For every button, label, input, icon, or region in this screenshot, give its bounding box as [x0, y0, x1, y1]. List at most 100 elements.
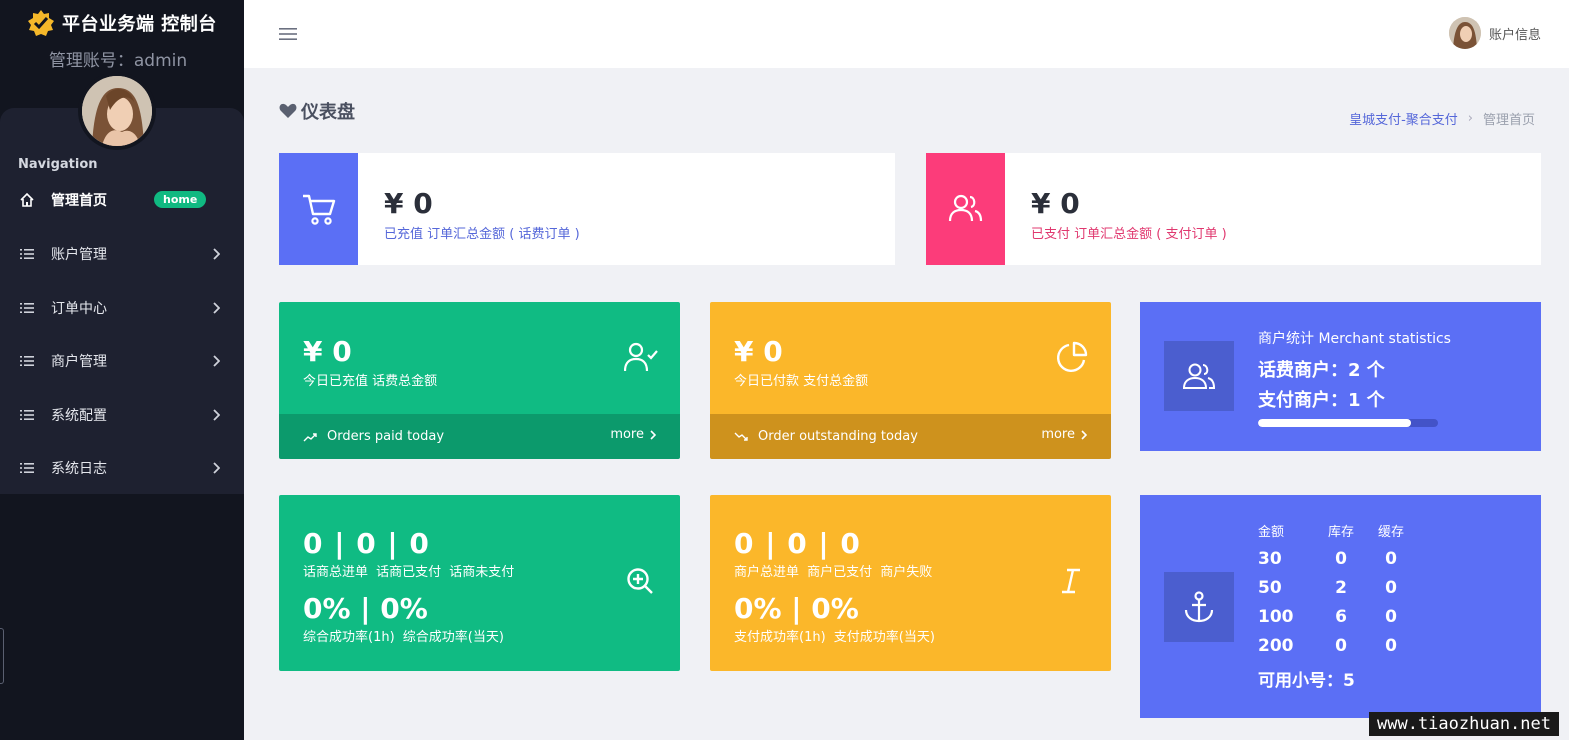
breadcrumb-link[interactable]: 皇城支付-聚合支付	[1349, 109, 1458, 128]
chevron-right-icon	[213, 248, 220, 260]
sidebar-item-label: 系统日志	[51, 461, 107, 477]
brand-title: 平台业务端 控制台	[62, 14, 217, 35]
stock-row: 50 2 0	[1258, 578, 1416, 598]
stock-cache: 0	[1385, 636, 1397, 656]
more-link[interactable]: more	[610, 427, 656, 442]
stock-table: 金额 库存 缓存 30 0 0 50 2 0 100 6 0 200 0 0 可…	[1258, 521, 1416, 691]
brand[interactable]: 平台业务端 控制台	[26, 8, 217, 38]
available-accounts: 可用小号：5	[1258, 671, 1355, 691]
stock-amount: 50	[1258, 578, 1282, 598]
summary-icon-box	[279, 153, 358, 265]
summary-desc: 已充值 订单汇总金额 ( 话费订单 )	[384, 227, 580, 242]
call-order-counts: 0 | 0 | 0	[303, 527, 430, 560]
sidebar-item-merchants[interactable]: 商户管理	[0, 341, 244, 381]
sidebar: 平台业务端 控制台 管理账号：admin Navigation 管理首页 hom…	[0, 0, 244, 740]
stock-row: 200 0 0	[1258, 636, 1416, 656]
sidebar-item-label: 商户管理	[51, 354, 107, 370]
trending-down-icon	[734, 432, 748, 441]
sidebar-item-label: 订单中心	[51, 301, 107, 317]
stock-amount: 30	[1258, 549, 1282, 569]
pay-success-rates: 0% | 0%	[734, 592, 859, 625]
users-icon	[1182, 363, 1216, 389]
stock-cache: 0	[1385, 549, 1397, 569]
sidebar-item-home[interactable]: 管理首页 home	[0, 180, 244, 220]
pay-merchant-count: 支付商户：1 个	[1258, 390, 1385, 411]
sidebar-item-accounts[interactable]: 账户管理	[0, 234, 244, 274]
stock-card: 金额 库存 缓存 30 0 0 50 2 0 100 6 0 200 0 0 可…	[1140, 495, 1541, 718]
users-icon	[948, 194, 982, 222]
watermark: www.tiaozhuan.net	[1369, 712, 1559, 736]
call-merchant-count: 话费商户：2 个	[1258, 360, 1385, 381]
chevron-right-icon	[213, 302, 220, 314]
pay-order-counts: 0 | 0 | 0	[734, 527, 861, 560]
sidebar-item-settings[interactable]: 系统配置	[0, 395, 244, 435]
heart-icon	[279, 103, 297, 118]
sidebar-item-logs[interactable]: 系统日志	[0, 448, 244, 488]
header-stock: 库存	[1327, 525, 1354, 540]
header-amount: 金额	[1258, 525, 1285, 540]
pie-chart-icon	[1056, 341, 1088, 373]
stock-amount: 100	[1258, 607, 1294, 627]
page-title: 仪表盘	[279, 98, 355, 124]
sidebar-item-label: 账户管理	[51, 247, 107, 263]
user-avatar	[1448, 17, 1481, 49]
home-badge: home	[154, 191, 207, 208]
zoom-in-icon[interactable]	[626, 567, 654, 595]
header-cache: 缓存	[1377, 525, 1404, 540]
account-menu[interactable]: 账户信息	[1448, 17, 1541, 49]
list-icon	[20, 249, 34, 259]
brand-logo-icon	[28, 10, 54, 36]
account-name: 管理账号：admin	[48, 51, 188, 71]
list-icon	[20, 463, 34, 473]
sidebar-handle[interactable]	[0, 628, 4, 684]
chevron-right-icon	[650, 429, 656, 440]
trending-up-icon	[303, 432, 317, 441]
chevron-right-icon	[1081, 429, 1087, 440]
topbar: 账户信息	[244, 0, 1569, 68]
merchant-stats-title: 商户统计 Merchant statistics	[1258, 331, 1451, 347]
summary-card-call: ¥ 0 已充值 订单汇总金额 ( 话费订单 )	[279, 153, 895, 265]
pay-rate-labels: 支付成功率(1h) 支付成功率(当天)	[734, 630, 935, 645]
sidebar-item-label: 管理首页	[51, 193, 107, 209]
avatar-photo	[82, 76, 152, 146]
cart-icon	[302, 194, 335, 225]
pay-order-labels: 商户总进单 商户已支付 商户失败	[734, 565, 933, 580]
merchant-stats-card: 商户统计 Merchant statistics 话费商户：2 个 支付商户：1…	[1140, 302, 1541, 451]
stock-qty: 0	[1335, 549, 1347, 569]
list-icon	[20, 303, 34, 313]
sidebar-item-orders[interactable]: 订单中心	[0, 288, 244, 328]
more-link[interactable]: more	[1041, 427, 1087, 442]
page-title-text: 仪表盘	[301, 102, 355, 123]
stock-table-header: 金额 库存 缓存	[1258, 521, 1416, 540]
today-payment-card: ¥ 0 今日已付款 支付总金额 Order outstanding today …	[710, 302, 1111, 459]
today-payment-foot: Order outstanding today	[758, 429, 918, 444]
chevron-right-icon	[213, 462, 220, 474]
stock-cache: 0	[1385, 607, 1397, 627]
stock-qty: 2	[1335, 578, 1347, 598]
stock-qty: 0	[1335, 636, 1347, 656]
pay-order-stats-card: 0 | 0 | 0 商户总进单 商户已支付 商户失败 0% | 0% 支付成功率…	[710, 495, 1111, 671]
home-icon	[20, 192, 34, 207]
stock-row: 30 0 0	[1258, 549, 1416, 569]
more-label: more	[1041, 427, 1075, 442]
summary-value: ¥ 0	[384, 187, 433, 220]
nav-heading: Navigation	[18, 157, 98, 172]
italic-icon	[1062, 568, 1080, 594]
merchant-progress	[1258, 419, 1438, 427]
stock-amount: 200	[1258, 636, 1294, 656]
anchor-icon	[1184, 591, 1214, 623]
today-recharge-foot: Orders paid today	[327, 429, 445, 444]
more-label: more	[610, 427, 644, 442]
sidebar-avatar[interactable]	[78, 72, 156, 150]
breadcrumb-separator: ›	[1467, 111, 1473, 126]
menu-toggle-icon[interactable]	[279, 26, 297, 42]
stock-row: 100 6 0	[1258, 607, 1416, 627]
stock-icon-box	[1164, 572, 1234, 642]
merchant-progress-fill	[1258, 419, 1411, 427]
today-recharge-card: ¥ 0 今日已充值 话费总金额 Orders paid today more	[279, 302, 680, 459]
stock-cache: 0	[1385, 578, 1397, 598]
summary-desc: 已支付 订单汇总金额 ( 支付订单 )	[1031, 227, 1227, 242]
chevron-right-icon	[213, 409, 220, 421]
list-icon	[20, 356, 34, 366]
summary-icon-box	[926, 153, 1005, 265]
